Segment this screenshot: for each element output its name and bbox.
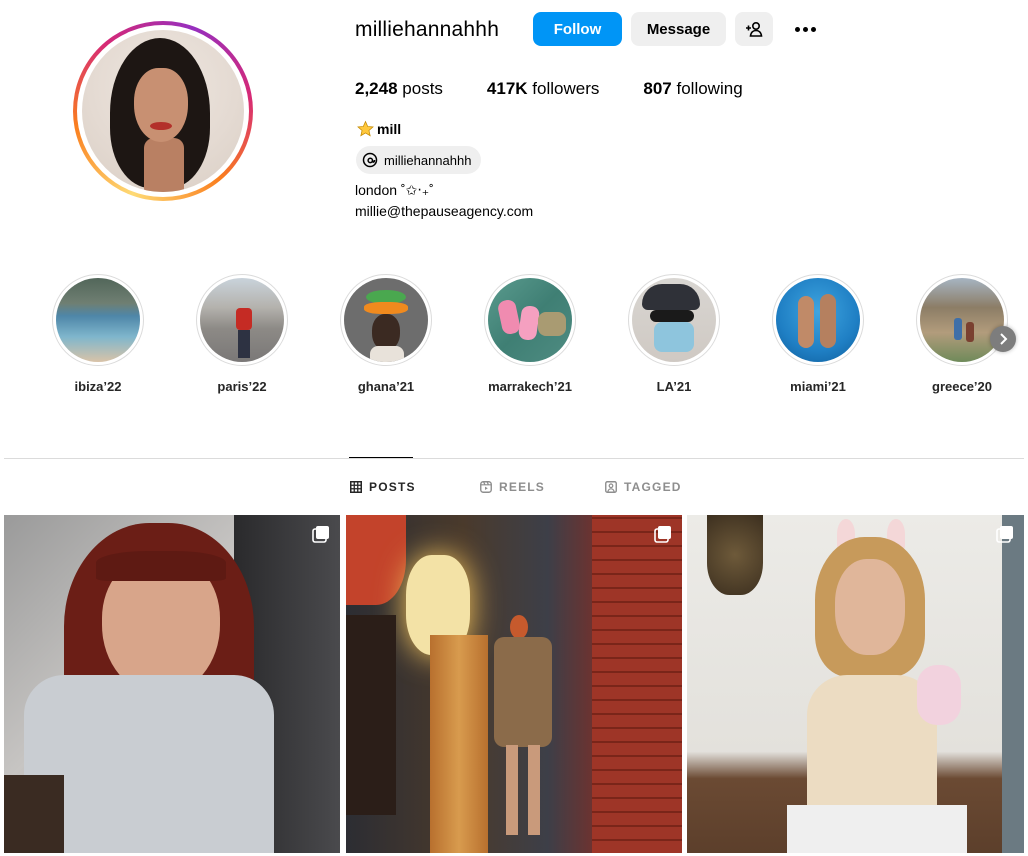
multiple-photos-icon xyxy=(996,526,1013,543)
more-options-button[interactable] xyxy=(790,18,820,40)
post-tights xyxy=(787,805,967,853)
post-stall xyxy=(346,615,396,815)
posts-grid xyxy=(4,515,1024,856)
post-bag xyxy=(4,775,64,853)
profile-stats: 2,248 posts 417K followers 807 following xyxy=(355,79,787,99)
village-photo-icon xyxy=(920,278,1004,362)
bio-location: london ⁠˚✩‧₊˚ xyxy=(355,182,434,198)
highlight-ring xyxy=(772,274,864,366)
display-name-text: mill xyxy=(377,121,402,137)
threads-link[interactable]: milliehannahhh xyxy=(356,146,482,174)
grid-icon xyxy=(350,481,362,493)
more-dot-icon xyxy=(802,26,808,32)
pool-photo-icon xyxy=(776,278,860,362)
avatar-face xyxy=(134,68,188,142)
more-dot-icon xyxy=(794,26,800,32)
multiple-photos-icon xyxy=(654,526,671,543)
post-person-coat xyxy=(494,637,552,747)
tab-tagged[interactable]: TAGGED xyxy=(605,480,682,494)
posts-count: 2,248 xyxy=(355,79,398,98)
highlight-ring xyxy=(52,274,144,366)
art-photo-icon xyxy=(344,278,428,362)
post-tile[interactable] xyxy=(687,515,1024,853)
highlight-ghana[interactable]: ghana’21 xyxy=(326,274,446,394)
highlight-marrakech[interactable]: marrakech’21 xyxy=(470,274,590,394)
highlight-miami[interactable]: miami’21 xyxy=(758,274,878,394)
highlight-ring xyxy=(484,274,576,366)
avatar-lips xyxy=(150,122,172,130)
highlight-la[interactable]: LA’21 xyxy=(614,274,734,394)
tab-posts[interactable]: POSTS xyxy=(350,480,416,494)
post-brick-wall xyxy=(592,515,682,853)
post-door-frame xyxy=(1002,515,1024,853)
highlights-next-button[interactable] xyxy=(990,326,1016,352)
beach-photo-icon xyxy=(56,278,140,362)
multiple-photos-icon xyxy=(312,526,329,543)
tagged-icon xyxy=(605,481,617,493)
chevron-right-icon xyxy=(1000,333,1008,345)
following-stat[interactable]: 807 following xyxy=(643,79,742,99)
posts-stat: 2,248 posts xyxy=(355,79,443,99)
bio-email: millie@thepauseagency.com xyxy=(355,203,534,219)
profile-username: milliehannahhh xyxy=(355,18,500,41)
following-label: following xyxy=(676,79,743,98)
post-chandelier xyxy=(707,515,763,595)
more-dot-icon xyxy=(810,26,816,32)
posts-label: posts xyxy=(402,79,443,98)
reels-icon xyxy=(480,481,492,493)
post-person-head xyxy=(510,615,528,639)
message-button[interactable]: Message xyxy=(631,12,726,46)
suggested-users-button[interactable] xyxy=(735,12,773,46)
tab-reels-label: REELS xyxy=(499,480,546,494)
post-person-leg xyxy=(506,745,518,835)
highlight-ring xyxy=(196,274,288,366)
avatar-inner xyxy=(77,25,249,197)
profile-display-name: mill xyxy=(356,120,401,138)
star-icon xyxy=(357,120,374,137)
highlight-label: miami’21 xyxy=(790,379,846,394)
highlight-ring xyxy=(916,274,1008,366)
follow-button[interactable]: Follow xyxy=(533,12,622,46)
post-umbrella xyxy=(346,515,406,605)
post-face xyxy=(835,559,905,655)
post-handbag xyxy=(917,665,961,725)
highlight-ibiza[interactable]: ibiza’22 xyxy=(38,274,158,394)
street-photo-icon xyxy=(200,278,284,362)
highlight-label: ghana’21 xyxy=(357,379,415,394)
avatar-photo xyxy=(82,30,244,192)
threads-icon xyxy=(362,152,378,168)
tabs-divider xyxy=(4,458,1024,459)
tab-reels[interactable]: REELS xyxy=(480,480,545,494)
threads-handle: milliehannahhh xyxy=(384,152,472,168)
avatar-neck xyxy=(144,138,184,192)
followers-count: 417K xyxy=(486,79,528,98)
highlight-label: greece’20 xyxy=(932,379,992,394)
highlight-ring xyxy=(628,274,720,366)
highlight-paris[interactable]: paris’22 xyxy=(182,274,302,394)
post-bamboo-wall xyxy=(430,635,488,853)
following-count: 807 xyxy=(643,79,672,98)
post-person-leg xyxy=(528,745,540,835)
add-user-icon xyxy=(746,21,763,37)
slides-photo-icon xyxy=(488,278,572,362)
post-tile[interactable] xyxy=(346,515,682,853)
selfie-photo-icon xyxy=(632,278,716,362)
tab-posts-label: POSTS xyxy=(369,480,416,494)
profile-avatar[interactable] xyxy=(73,21,253,201)
tab-tagged-label: TAGGED xyxy=(624,480,682,494)
highlight-label: paris’22 xyxy=(217,379,267,394)
highlight-label: LA’21 xyxy=(656,379,692,394)
highlight-label: ibiza’22 xyxy=(74,379,122,394)
post-bangs xyxy=(96,551,226,581)
story-highlights: ibiza’22 paris’22 ghana’21 marrakech’21 … xyxy=(0,274,1028,404)
highlight-label: marrakech’21 xyxy=(488,379,572,394)
followers-stat[interactable]: 417K followers xyxy=(487,79,599,99)
highlight-ring xyxy=(340,274,432,366)
post-tile[interactable] xyxy=(4,515,340,853)
followers-label: followers xyxy=(532,79,600,98)
active-tab-indicator xyxy=(349,457,413,458)
